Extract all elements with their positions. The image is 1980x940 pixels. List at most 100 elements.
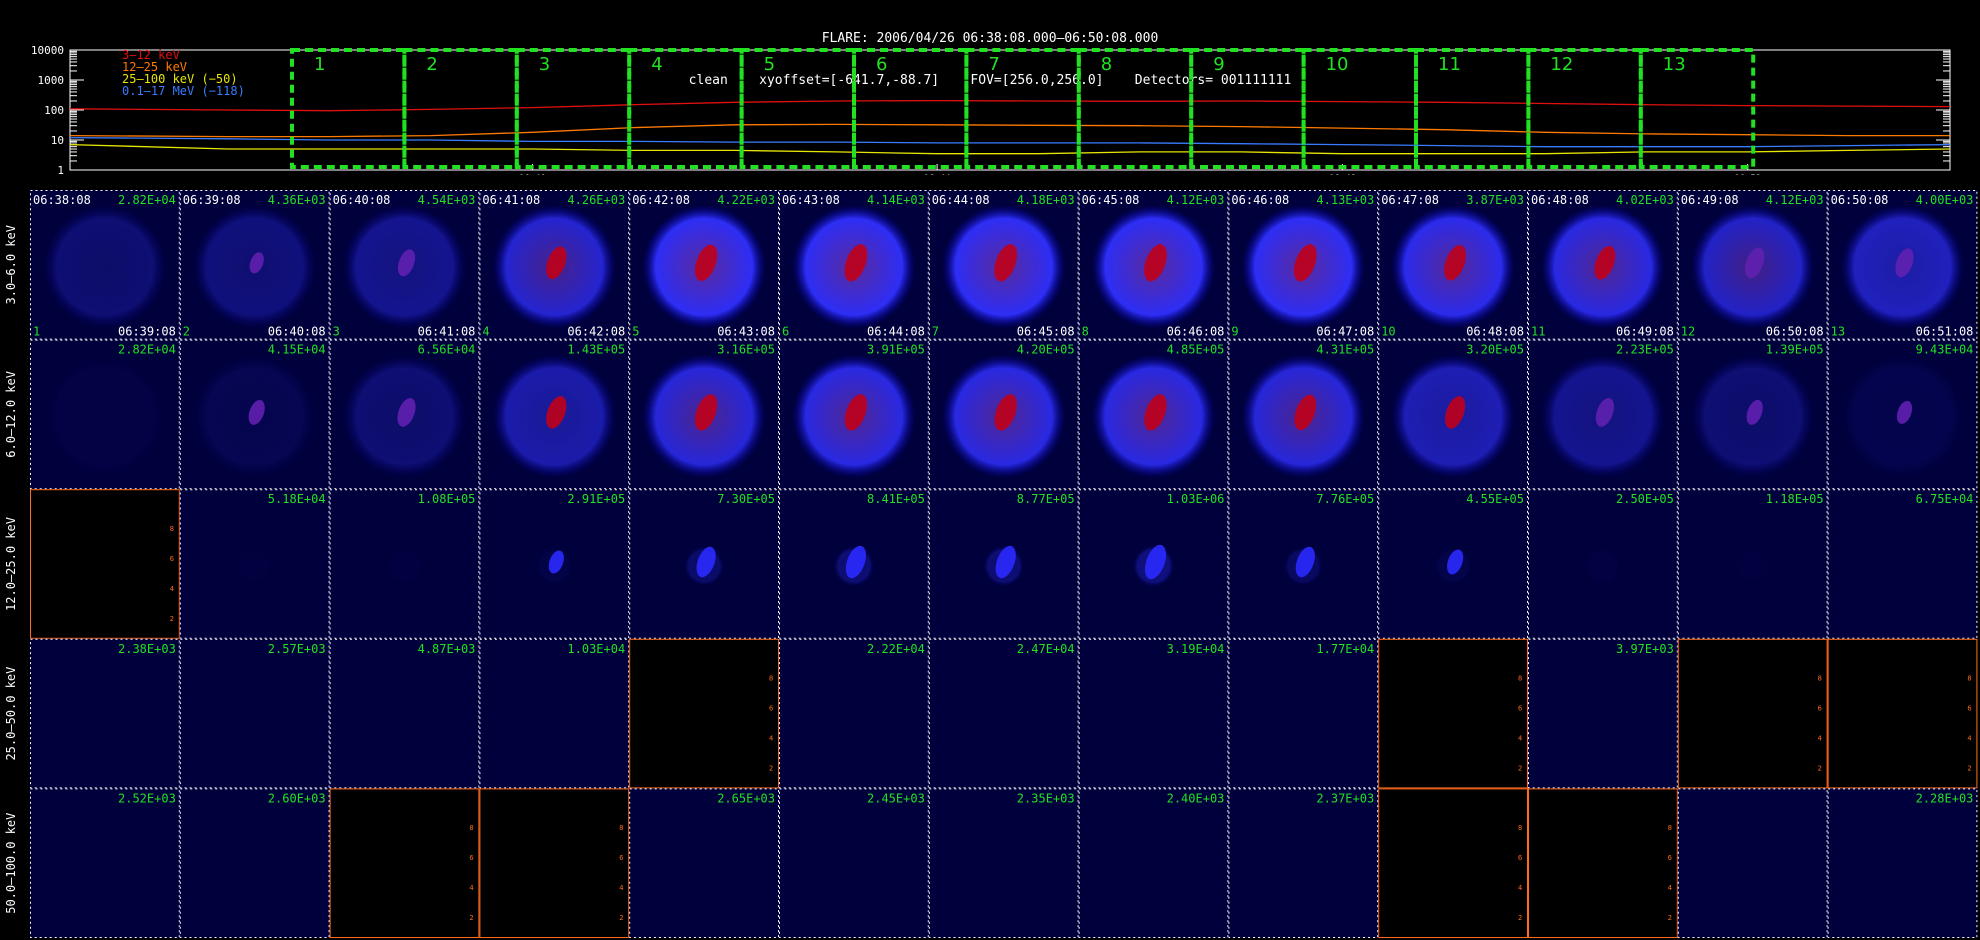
cell-background (179, 788, 330, 938)
flux-label: 4.14E+03 (867, 193, 925, 207)
image-cell: 2 4 6 8 (1677, 638, 1828, 789)
end-time-label: 06:45:08 (1017, 325, 1075, 339)
cell-frame (1078, 638, 1229, 789)
cell-frame (1528, 788, 1678, 939)
flare-core (397, 249, 416, 277)
source-disk (1091, 204, 1216, 329)
flag-axis-label: 4 (1818, 734, 1822, 742)
cell-background (1228, 489, 1379, 639)
cell-background (479, 190, 630, 340)
start-time-label: 06:43:08 (782, 193, 840, 207)
flux-label: 4.36E+03 (268, 193, 326, 207)
row-energy-label: 12.0–25.0 keV (4, 517, 18, 611)
flag-axis-label: 2 (469, 914, 473, 922)
flare-core (1144, 394, 1167, 431)
flag-axis-label: 2 (1518, 764, 1522, 772)
image-cell: 4.13E+03 06:46:08 06:47:08 9 (1228, 190, 1379, 340)
image-cell: 1.08E+05 (329, 489, 480, 639)
interval-number: 4 (651, 54, 662, 75)
cell-frame (1078, 489, 1229, 639)
cell-background (179, 489, 330, 639)
flux-label: 2.28E+03 (1916, 791, 1974, 805)
end-time-label: 06:46:08 (1167, 325, 1225, 339)
image-cell: 2.28E+03 (1827, 788, 1978, 939)
cell-background (629, 788, 779, 938)
cell-frame (179, 489, 330, 639)
interval-box (1076, 48, 1194, 169)
flag-axis-label: 4 (1518, 734, 1522, 742)
cell-frame (779, 190, 929, 340)
flux-label: 2.65E+03 (717, 791, 775, 805)
cell-background (329, 788, 480, 938)
cell-frame (1528, 638, 1678, 789)
interval-box (627, 48, 744, 169)
cell-frame (179, 339, 330, 490)
y-tick-label: 1000 (38, 74, 65, 87)
flag-axis-label: 8 (1818, 674, 1822, 682)
flux-label: 1.43E+05 (567, 343, 625, 357)
interval-index: 9 (1231, 325, 1238, 339)
flare-core (694, 394, 718, 431)
image-cell: 2.52E+03 (30, 788, 180, 939)
flux-label: 2.52E+03 (118, 791, 176, 805)
cell-frame (179, 190, 330, 340)
source-disk (791, 354, 916, 479)
flux-label: 7.76E+05 (1316, 492, 1374, 506)
flux-label: 1.03E+04 (567, 642, 625, 656)
lightcurve-chart: 10000100010010106:4006:4406:4806:5212345… (31, 44, 1951, 175)
source-disk (492, 354, 617, 479)
cell-frame (1228, 788, 1379, 939)
interval-index: 12 (1681, 325, 1695, 339)
source-disk (1690, 354, 1815, 479)
flare-core (1447, 549, 1464, 575)
cell-background (1677, 339, 1828, 490)
cell-background (479, 489, 630, 639)
flux-label: 1.03E+06 (1167, 492, 1225, 506)
cell-frame (1078, 190, 1229, 340)
image-cell: 2 4 6 8 (1378, 788, 1528, 939)
lightcurve-series-3 (69, 136, 1951, 148)
image-cell: 9.43E+04 (1827, 339, 1978, 490)
cell-background (1078, 788, 1229, 938)
image-cell: 4.22E+03 06:42:08 06:43:08 5 (629, 190, 780, 340)
cell-frame (1228, 339, 1379, 490)
interval-index: 5 (632, 325, 639, 339)
cell-background (1228, 638, 1379, 789)
cell-background (479, 638, 630, 789)
image-cell: 3.16E+05 (629, 339, 780, 490)
source-disk (1091, 354, 1216, 479)
flux-label: 4.26E+03 (567, 193, 625, 207)
flux-label: 4.00E+03 (1916, 193, 1974, 207)
image-cell: 2.91E+05 (479, 489, 630, 639)
image-cell: 4.87E+03 (329, 638, 480, 789)
cell-background (30, 788, 180, 938)
cell-frame (1677, 638, 1828, 789)
flare-core (1294, 394, 1317, 431)
flux-label: 6.75E+04 (1916, 492, 1974, 506)
cell-background (1827, 489, 1978, 639)
source-disk (386, 547, 423, 585)
image-cell: 4.12E+03 06:49:08 06:50:08 12 (1677, 190, 1828, 340)
interval-box (1638, 48, 1756, 169)
image-cell: 1.03E+06 (1078, 489, 1229, 639)
cell-frame (1378, 638, 1528, 789)
source-disk (192, 204, 317, 329)
cell-frame (1228, 638, 1379, 789)
cell-background (1677, 190, 1828, 340)
cell-background (1078, 339, 1229, 490)
flux-label: 2.82E+04 (118, 193, 176, 207)
cell-background (779, 788, 929, 938)
cell-frame (1827, 638, 1978, 789)
image-cell (1677, 788, 1828, 939)
cell-background (179, 339, 330, 490)
flux-label: 4.15E+04 (268, 343, 326, 357)
cell-background (1378, 489, 1528, 639)
cell-background (179, 638, 330, 789)
source-disk (1584, 547, 1622, 585)
cell-background (1228, 339, 1379, 490)
cell-background (30, 489, 180, 639)
flux-label: 2.37E+03 (1316, 791, 1374, 805)
cell-frame (30, 339, 180, 490)
image-cell: 3.19E+04 (1078, 638, 1229, 789)
row-energy-label: 6.0–12.0 keV (4, 371, 18, 458)
